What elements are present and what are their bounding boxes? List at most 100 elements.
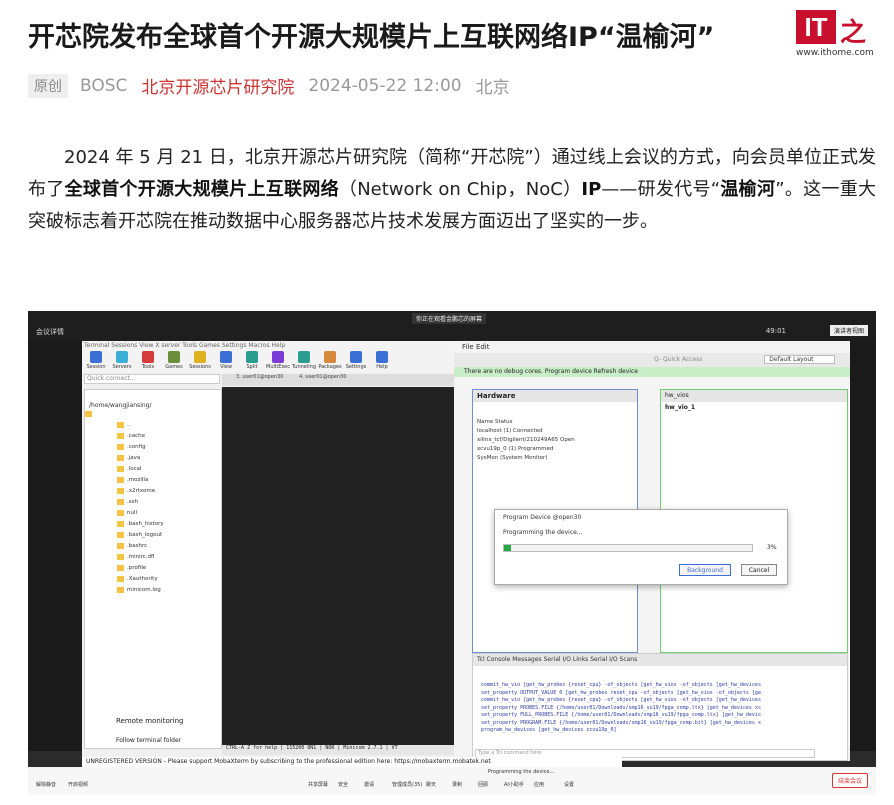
tcl-line: set_property PROGRAM.FILE {/home/user01/… (481, 719, 761, 726)
moba-tool-icon (194, 351, 206, 363)
moba-tool-5[interactable]: View (214, 350, 238, 372)
progress-bar (503, 544, 753, 552)
moba-tool-0[interactable]: Session (84, 350, 108, 372)
logo-url: www.ithome.com (796, 48, 874, 58)
taskbar-item-11[interactable]: 设置 (564, 781, 574, 788)
quick-connect-input[interactable]: Quick connect... (84, 374, 220, 384)
moba-tool-3[interactable]: Games (162, 350, 186, 372)
tcl-console: Tcl Console Messages Serial I/O Links Se… (472, 653, 848, 761)
tab-session-4[interactable]: 4. user01@open30 (299, 374, 346, 380)
right-dark-panel (850, 341, 876, 751)
hardware-row[interactable]: localhost (1) Connected (473, 427, 637, 436)
hardware-row[interactable]: Name Status (473, 418, 637, 427)
tree-item[interactable]: .. (85, 420, 221, 431)
tree-item[interactable]: .bash_history (85, 519, 221, 530)
tcl-tabs[interactable]: Tcl Console Messages Serial I/O Links Se… (473, 654, 847, 666)
author-link[interactable]: 北京开源芯片研究院 (141, 73, 294, 98)
source-name: BOSC (80, 75, 128, 96)
vio-name: hw_vio_1 (661, 402, 847, 414)
background-button[interactable]: Background (679, 564, 731, 576)
tree-item[interactable]: minicom.log (85, 585, 221, 596)
moba-tool-2[interactable]: Tools (136, 350, 160, 372)
moba-tool-7[interactable]: MultiExec (266, 350, 290, 372)
moba-tool-icon (376, 351, 388, 363)
moba-tool-label: Tunneling (292, 364, 316, 370)
hardware-row[interactable]: SysMon (System Monitor) (473, 454, 637, 463)
article-title: 开芯院发布全球首个开源大规模片上互联网络IP“温榆河” (28, 22, 715, 53)
tree-path: /home/wangjiansing/ (89, 402, 152, 409)
taskbar-item-2[interactable]: 共享屏幕 (308, 781, 328, 788)
taskbar-item-9[interactable]: AI小助手 (504, 781, 524, 788)
tree-item[interactable]: .profile (85, 563, 221, 574)
meeting-taskbar: 结束会议 Programming the device... 解除静音 开启视频 共… (28, 767, 876, 795)
cancel-button[interactable]: Cancel (741, 564, 777, 576)
terminal-tabs: 3. user01@open30 4. user01@open30 (222, 374, 472, 386)
hardware-row[interactable]: xilinx_tcf/Digilent/210249A65 Open (473, 436, 637, 445)
taskbar-item-3[interactable]: 安全 (338, 781, 348, 788)
tree-item[interactable]: .cache (85, 431, 221, 442)
terminal-pane[interactable] (222, 387, 472, 747)
follow-terminal-folder[interactable]: Follow terminal folder (116, 737, 181, 744)
tree-item[interactable]: .config (85, 442, 221, 453)
hardware-row[interactable]: xcvu19p_0 (1) Programmed (473, 445, 637, 454)
tcl-line: commit_hw_vio [get_hw_probes {reset_cpu}… (481, 697, 761, 703)
taskbar-item-1[interactable]: 开启视频 (68, 781, 88, 788)
hardware-title: Hardware (473, 390, 637, 402)
tree-item[interactable]: .local (85, 464, 221, 475)
tree-item[interactable]: .mozilla (85, 475, 221, 486)
taskbar-item-7[interactable]: 录制 (452, 781, 462, 788)
meeting-details[interactable]: 会议详情 (36, 327, 64, 337)
taskbar-item-10[interactable]: 应用 (534, 781, 544, 788)
moba-tool-10[interactable]: Settings (344, 350, 368, 372)
embedded-screenshot: 会议详情 你正在观看金鹏芯的屏幕 49:01 演讲者视图 Terminal Se… (28, 311, 876, 795)
taskbar-item-0[interactable]: 解除静音 (36, 781, 56, 788)
moba-tool-1[interactable]: Servers (110, 350, 134, 372)
moba-tool-label: Tools (141, 364, 155, 370)
moba-tool-8[interactable]: Tunneling (292, 350, 316, 372)
tree-item[interactable]: .Xauthority (85, 574, 221, 585)
vio-tab[interactable]: hw_vios (661, 390, 847, 402)
hardware-tree: Name Status localhost (1) Connected xilinx… (473, 402, 637, 463)
tree-item[interactable]: .java (85, 453, 221, 464)
tab-session-3[interactable]: 3. user01@open30 (236, 374, 283, 380)
progress-fill (504, 545, 512, 551)
moba-tool-11[interactable]: Help (370, 350, 394, 372)
taskbar-item-5[interactable]: 管理成员(35) (392, 781, 422, 788)
taskbar-item-8[interactable]: 回顾 (478, 781, 488, 788)
tree-item[interactable]: .x2rtxome (85, 486, 221, 497)
tcl-line: set_property OUTPUT_VALUE 0 [get_hw_prob… (481, 689, 761, 696)
tree-item[interactable]: null (85, 508, 221, 519)
moba-tool-label: Split (246, 364, 258, 370)
moba-tool-icon (298, 351, 310, 363)
para-bold-1: 全球首个开源大规模片上互联网络 (64, 179, 339, 200)
moba-tool-4[interactable]: Sessions (188, 350, 212, 372)
moba-tool-icon (116, 351, 128, 363)
tree-item[interactable]: .bashrc (85, 541, 221, 552)
vivado-menubar[interactable]: File Edit (454, 341, 850, 353)
taskbar-item-6[interactable]: 聊天 (426, 781, 436, 788)
moba-tool-label: Help (376, 364, 388, 370)
end-meeting-button[interactable]: 结束会议 (831, 773, 868, 788)
moba-tool-label: MultiExec (266, 364, 291, 370)
logo-it: IT (796, 10, 836, 44)
moba-tool-6[interactable]: Split (240, 350, 264, 372)
moba-tool-label: Session (86, 364, 106, 370)
moba-menubar[interactable]: Terminal Sessions View X server Tools Ga… (82, 341, 472, 350)
tree-item[interactable]: .minirc.dfl (85, 552, 221, 563)
speaker-view-button[interactable]: 演讲者视图 (829, 325, 868, 336)
layout-select[interactable]: Default Layout (764, 355, 835, 364)
ithome-logo[interactable]: IT 之 www.ithome.com (796, 10, 882, 60)
tree-item[interactable]: .ssh (85, 497, 221, 508)
program-device-dialog: Program Device @open30 Programming the d… (494, 509, 788, 585)
moba-tool-label: Settings (345, 364, 367, 370)
moba-tool-icon (90, 351, 102, 363)
publish-location: 北京 (475, 78, 510, 98)
tcl-line: commit_hw_vio [get_hw_probes {reset_cpu}… (481, 682, 761, 688)
taskbar-item-4[interactable]: 邀请 (364, 781, 374, 788)
tree-item[interactable]: .bash_logout (85, 530, 221, 541)
quick-access[interactable]: Q- Quick Access (654, 356, 702, 363)
moba-tool-9[interactable]: Packages (318, 350, 342, 372)
moba-tool-label: Servers (112, 364, 132, 370)
para-text-3: ——研发代号“ (601, 179, 721, 200)
remote-monitoring[interactable]: Remote monitoring (116, 717, 183, 725)
